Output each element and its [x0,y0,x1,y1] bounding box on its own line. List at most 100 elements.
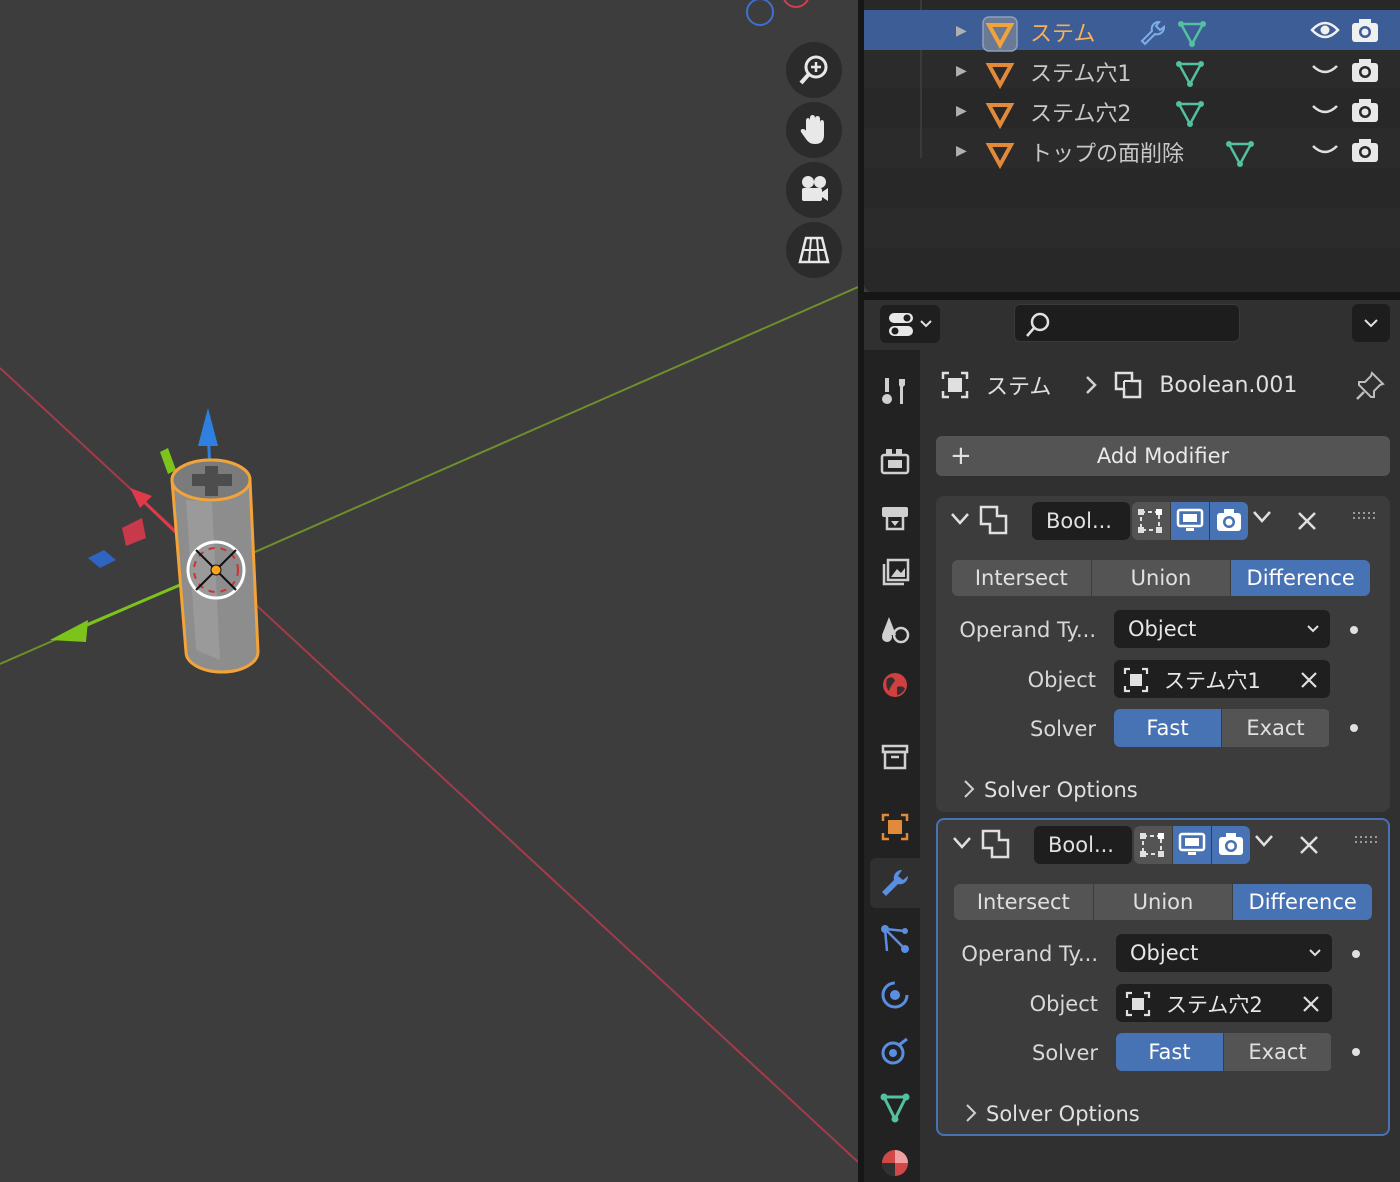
3d-viewport[interactable] [0,0,858,1182]
tab-view-layer[interactable] [870,548,920,598]
mesh-data-icon[interactable] [1174,58,1206,88]
physics-icon [881,981,909,1009]
object-field[interactable]: ステム穴2 [1116,984,1332,1022]
modifier-name-field[interactable]: Bool... [1034,826,1132,864]
outliner-row-stem[interactable]: ▶ ステム [864,10,1400,52]
solver-selector: Fast Exact [1114,709,1330,747]
realtime-toggle[interactable] [1173,826,1211,864]
chevron-down-icon[interactable] [1254,834,1274,848]
camera-render-icon[interactable] [1350,58,1380,84]
wrench-icon[interactable] [1138,18,1168,48]
close-icon[interactable] [1296,510,1318,532]
tab-data[interactable] [870,1082,920,1132]
keyframe-dot[interactable] [1352,950,1360,958]
operation-selector: Intersect Union Difference [954,884,1372,920]
mesh-data-icon[interactable] [1224,138,1256,168]
render-icon [880,449,910,475]
realtime-toggle[interactable] [1171,502,1209,540]
options-dropdown[interactable] [1352,304,1390,342]
tab-world[interactable] [870,660,920,710]
tab-render[interactable] [870,436,920,486]
chevron-down-icon[interactable] [1252,510,1272,524]
eye-icon[interactable] [1310,18,1340,42]
solver-options-subpanel[interactable]: Solver Options [966,1102,1140,1126]
drag-handle-icon[interactable] [1352,510,1376,522]
collapse-chevron-icon[interactable] [950,512,970,526]
editor-type-button[interactable] [880,305,940,343]
operation-difference[interactable]: Difference [1231,560,1370,596]
mesh-data-icon[interactable] [1176,18,1208,48]
zoom-button[interactable] [786,42,842,98]
outliner-row-stem-hole-1[interactable]: ▶ ステム穴1 [864,50,1400,90]
solver-fast[interactable]: Fast [1116,1033,1224,1071]
edit-mode-toggle[interactable] [1134,826,1172,864]
operation-intersect[interactable]: Intersect [954,884,1094,920]
keyframe-dot[interactable] [1352,1048,1360,1056]
camera-render-icon[interactable] [1350,18,1380,44]
tab-scene[interactable] [870,604,920,654]
drag-handle-icon[interactable] [1354,834,1378,846]
close-icon[interactable] [1298,834,1320,856]
add-modifier-button[interactable]: + Add Modifier [936,436,1390,476]
operand-type-value: Object [1130,941,1199,965]
area-divider[interactable] [864,292,1400,300]
operation-intersect[interactable]: Intersect [952,560,1092,596]
tab-tool[interactable] [870,366,920,416]
properties-search[interactable] [1014,304,1240,342]
operand-type-value: Object [1128,617,1197,641]
tab-physics[interactable] [870,970,920,1020]
solver-options-subpanel[interactable]: Solver Options [964,778,1138,802]
tab-particles[interactable] [870,914,920,964]
operation-difference[interactable]: Difference [1233,884,1372,920]
render-toggle[interactable] [1210,502,1248,540]
tab-modifiers[interactable] [870,858,920,908]
operand-type-dropdown[interactable]: Object [1114,610,1330,648]
solver-exact[interactable]: Exact [1224,1033,1332,1071]
keyframe-dot[interactable] [1350,626,1358,634]
eye-closed-icon[interactable] [1310,62,1340,78]
expand-arrow-icon[interactable]: ▶ [956,143,967,159]
camera-render-icon[interactable] [1350,138,1380,164]
object-icon [1123,667,1149,693]
chevron-right-icon [964,780,975,798]
expand-arrow-icon[interactable]: ▶ [956,23,967,39]
camera-view-button[interactable] [786,162,842,218]
clear-icon[interactable] [1302,995,1320,1013]
outliner-item-label: ステム穴2 [1030,102,1132,127]
camera-render-icon[interactable] [1350,98,1380,124]
outliner-row-top-face-delete[interactable]: ▶ トップの面削除 [864,130,1400,170]
mesh-data-icon[interactable] [1174,98,1206,128]
modifier-name-field[interactable]: Bool... [1032,502,1130,540]
tab-object[interactable] [870,802,920,852]
mesh-object-icon [982,16,1018,52]
tab-constraints[interactable] [870,1026,920,1076]
outliner-row-stem-hole-2[interactable]: ▶ ステム穴2 [864,90,1400,130]
operation-union[interactable]: Union [1091,560,1232,596]
printer-icon [882,507,908,531]
tab-collection[interactable] [870,732,920,782]
expand-arrow-icon[interactable]: ▶ [956,63,967,79]
properties-editor-icon [889,313,913,336]
expand-arrow-icon[interactable]: ▶ [956,103,967,119]
tool-icon [882,378,905,404]
perspective-toggle-button[interactable] [786,222,842,278]
pin-icon[interactable] [1354,370,1386,402]
edit-mode-toggle[interactable] [1132,502,1170,540]
boolean-modifier-icon [981,829,1010,859]
eye-closed-icon[interactable] [1310,142,1340,158]
render-toggle[interactable] [1212,826,1250,864]
solver-fast[interactable]: Fast [1114,709,1222,747]
clear-icon[interactable] [1300,671,1318,689]
collapse-chevron-icon[interactable] [952,836,972,850]
object-label: Object [1029,992,1098,1016]
operation-union[interactable]: Union [1093,884,1234,920]
operand-type-dropdown[interactable]: Object [1116,934,1332,972]
eye-closed-icon[interactable] [1310,102,1340,118]
tab-material[interactable] [870,1136,920,1182]
object-field[interactable]: ステム穴1 [1114,660,1330,698]
modifier-properties-panel: ステム Boolean.001 + Add Modifier Bool... I… [920,350,1400,1182]
keyframe-dot[interactable] [1350,724,1358,732]
tab-output[interactable] [870,492,920,542]
pan-button[interactable] [786,102,842,158]
solver-exact[interactable]: Exact [1222,709,1330,747]
